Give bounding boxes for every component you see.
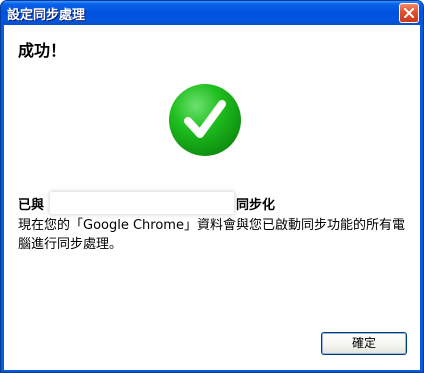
sync-description: 現在您的「Google Chrome」資料會與您已啟動同步功能的所有電腦進行同步… (18, 218, 405, 252)
dialog-window: 設定同步處理 成功！ 已與 同步化 現在您的「Google Chrome」資料會… (0, 0, 424, 373)
window-title: 設定同步處理 (7, 8, 86, 23)
sync-prefix: 已與 (18, 197, 45, 213)
sync-status: 已與 同步化 (18, 192, 275, 214)
dialog-content: 成功！ 已與 同步化 現在您的「Google Chrome」資料會與您已啟動同步… (4, 25, 420, 370)
checkmark-icon (169, 84, 241, 156)
account-name (50, 192, 235, 214)
close-button[interactable] (399, 3, 419, 23)
sync-suffix: 同步化 (236, 197, 276, 213)
title-bar[interactable]: 設定同步處理 (1, 1, 423, 25)
close-icon (404, 8, 414, 18)
ok-button[interactable]: 確定 (321, 332, 407, 355)
success-heading: 成功！ (18, 41, 67, 60)
